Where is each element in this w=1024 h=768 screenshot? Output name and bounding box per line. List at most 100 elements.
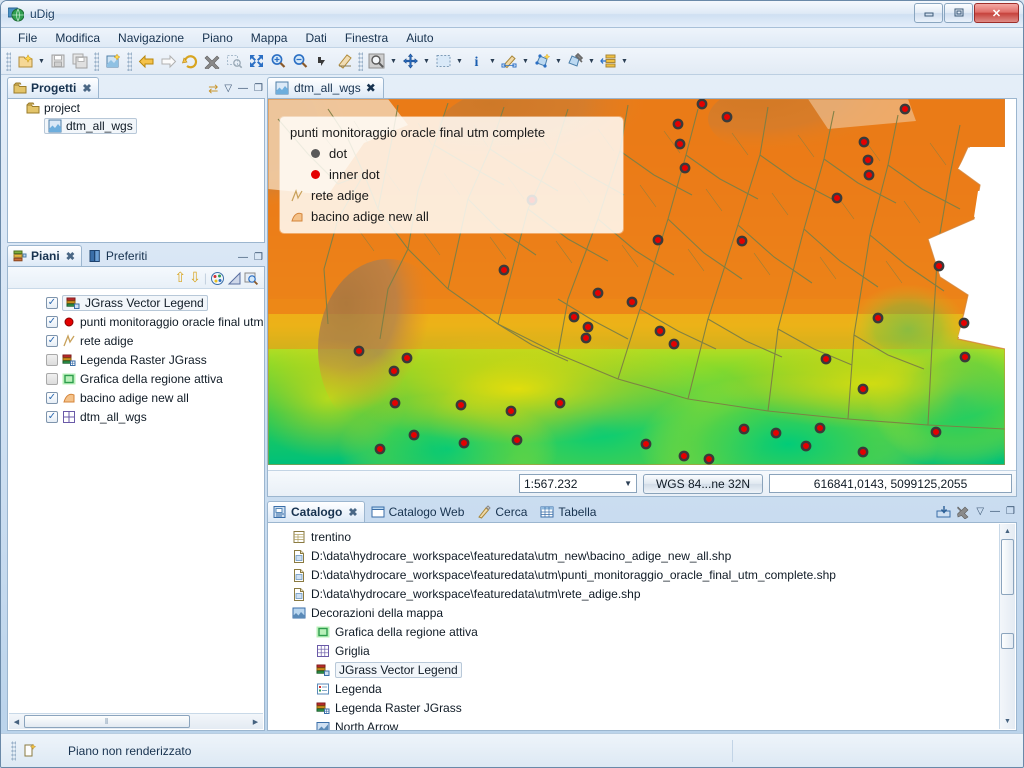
- zoom-extent-icon[interactable]: [245, 51, 267, 72]
- tab-preferiti[interactable]: Preferiti: [82, 245, 154, 266]
- tab-piani[interactable]: Piani ✖: [7, 245, 82, 266]
- layer-row-dtm-all-wgs[interactable]: dtm_all_wgs: [8, 407, 264, 426]
- scroll-right-button[interactable]: ▶: [248, 715, 263, 729]
- catalog-item-jgrass-vector-legend[interactable]: JGrass Vector Legend: [268, 660, 999, 679]
- scroll-left-button[interactable]: ◀: [9, 715, 24, 729]
- catalog-item-decorazioni-della-mappa[interactable]: Decorazioni della mappa: [268, 603, 999, 622]
- layer-tool-icon[interactable]: [597, 51, 619, 72]
- map-canvas[interactable]: punti monitoraggio oracle final utm comp…: [268, 99, 1016, 469]
- crs-button[interactable]: WGS 84...ne 32N: [642, 473, 764, 494]
- menu-aiuto[interactable]: Aiuto: [397, 29, 442, 47]
- catalog-tree[interactable]: trentino D:\data\hydrocare_workspace\fea…: [267, 523, 1017, 731]
- layer-row-jgrass-vector-legend[interactable]: JGrass Vector Legend: [8, 293, 264, 312]
- scroll-thumb-lower[interactable]: [1001, 633, 1014, 649]
- select-box-dropdown-icon[interactable]: ▼: [454, 58, 465, 65]
- menu-navigazione[interactable]: Navigazione: [109, 29, 193, 47]
- close-icon[interactable]: ✖: [66, 250, 75, 263]
- scale-combo[interactable]: 1:567.232 ▼: [518, 474, 637, 493]
- catalog-item-legenda[interactable]: Legenda: [268, 679, 999, 698]
- layer-row-rete-adige[interactable]: rete adige: [8, 331, 264, 350]
- zoom-tool-icon[interactable]: [366, 51, 388, 72]
- close-icon[interactable]: ✖: [348, 506, 357, 519]
- layer-visibility-checkbox[interactable]: [46, 391, 58, 404]
- info-tool-dropdown-icon[interactable]: ▼: [487, 58, 498, 65]
- layer-tool-dropdown-icon[interactable]: ▼: [619, 58, 630, 65]
- add-to-map-icon[interactable]: [936, 505, 951, 519]
- tree-item-dtm-all-wgs[interactable]: dtm_all_wgs: [8, 117, 264, 135]
- info-tool-icon[interactable]: i: [465, 51, 487, 72]
- close-icon[interactable]: ✖: [366, 81, 376, 95]
- create-feature-dropdown-icon[interactable]: ▼: [553, 58, 564, 65]
- refresh-icon[interactable]: [179, 51, 201, 72]
- layer-row-bacino-adige-new-all[interactable]: bacino adige new all: [8, 388, 264, 407]
- scroll-up-button[interactable]: ▲: [1000, 524, 1015, 539]
- tab-dtm-all-wgs[interactable]: dtm_all_wgs ✖: [267, 77, 384, 98]
- stop-render-icon[interactable]: [201, 51, 223, 72]
- minimize-button[interactable]: [914, 3, 943, 23]
- create-feature-tool-icon[interactable]: [531, 51, 553, 72]
- catalog-item-grafica-regione-attiva[interactable]: Grafica della regione attiva: [268, 622, 999, 641]
- minimize-icon[interactable]: —: [990, 507, 1000, 517]
- layer-visibility-checkbox[interactable]: [46, 334, 58, 347]
- minimize-icon[interactable]: —: [238, 253, 248, 263]
- maximize-button[interactable]: [944, 3, 973, 23]
- maximize-icon[interactable]: ❐: [1006, 507, 1015, 517]
- move-layer-down-icon[interactable]: ⇩: [189, 269, 201, 286]
- catalog-item-rete-shp[interactable]: D:\data\hydrocare_workspace\featuredata\…: [268, 584, 999, 603]
- catalog-item-bacino-shp[interactable]: D:\data\hydrocare_workspace\featuredata\…: [268, 546, 999, 565]
- forward-arrow-icon[interactable]: [157, 51, 179, 72]
- layers-horizontal-scrollbar[interactable]: ◀ ‖ ▶: [9, 713, 263, 729]
- delete-feature-dropdown-icon[interactable]: ▼: [586, 58, 597, 65]
- menu-mappa[interactable]: Mappa: [242, 29, 297, 47]
- style-editor-icon[interactable]: [210, 271, 224, 285]
- new-map-icon[interactable]: [102, 51, 124, 72]
- menu-modifica[interactable]: Modifica: [46, 29, 109, 47]
- maximize-icon[interactable]: ❐: [254, 253, 263, 263]
- edit-geometry-dropdown-icon[interactable]: ▼: [520, 58, 531, 65]
- layer-row-legenda-raster-jgrass[interactable]: Legenda Raster JGrass: [8, 350, 264, 369]
- edit-geometry-tool-icon[interactable]: [498, 51, 520, 72]
- catalog-item-north-arrow[interactable]: North Arrow: [268, 717, 999, 730]
- save-all-icon[interactable]: [69, 51, 91, 72]
- catalog-item-trentino[interactable]: trentino: [268, 527, 999, 546]
- close-button[interactable]: ✕: [974, 3, 1019, 23]
- scroll-thumb[interactable]: ‖: [24, 715, 190, 728]
- layer-row-punti-monitoraggio[interactable]: punti monitoraggio oracle final utm: [8, 312, 264, 331]
- select-box-tool-icon[interactable]: [432, 51, 454, 72]
- zoom-tool-dropdown-icon[interactable]: ▼: [388, 58, 399, 65]
- tree-item-project[interactable]: project: [8, 99, 264, 117]
- delete-feature-tool-icon[interactable]: [564, 51, 586, 72]
- layer-visibility-checkbox[interactable]: [46, 410, 58, 423]
- close-icon[interactable]: ✖: [82, 82, 91, 95]
- tab-tabella[interactable]: Tabella: [534, 501, 603, 522]
- back-arrow-icon[interactable]: [135, 51, 157, 72]
- zoom-to-layer-icon[interactable]: [244, 271, 259, 285]
- minimize-icon[interactable]: —: [238, 84, 248, 94]
- save-icon[interactable]: [47, 51, 69, 72]
- transparency-icon[interactable]: [227, 271, 241, 285]
- catalog-item-legenda-raster-jgrass[interactable]: Legenda Raster JGrass: [268, 698, 999, 717]
- view-menu-icon[interactable]: ▽: [976, 507, 984, 517]
- layer-visibility-checkbox[interactable]: [46, 353, 58, 366]
- projects-tree[interactable]: project dtm_all_wgs: [7, 99, 265, 243]
- tab-cerca[interactable]: Cerca: [471, 501, 534, 522]
- layer-visibility-checkbox[interactable]: [46, 315, 58, 328]
- remove-icon[interactable]: [956, 505, 970, 519]
- scroll-down-button[interactable]: ▼: [1000, 714, 1015, 729]
- map-legend-overlay[interactable]: punti monitoraggio oracle final utm comp…: [280, 117, 623, 233]
- zoom-in-icon[interactable]: [267, 51, 289, 72]
- catalog-item-griglia[interactable]: Griglia: [268, 641, 999, 660]
- catalog-vertical-scrollbar[interactable]: ▲ ▼: [999, 524, 1015, 729]
- pan-right-icon[interactable]: [311, 51, 333, 72]
- tab-progetti[interactable]: Progetti ✖: [7, 77, 99, 98]
- tab-catalogo-web[interactable]: Catalogo Web: [365, 501, 472, 522]
- new-project-icon[interactable]: [14, 51, 36, 72]
- menu-file[interactable]: File: [9, 29, 46, 47]
- tab-catalogo[interactable]: Catalogo ✖: [267, 501, 365, 522]
- catalog-item-punti-shp[interactable]: D:\data\hydrocare_workspace\featuredata\…: [268, 565, 999, 584]
- layers-list[interactable]: JGrass Vector Legend punti monitoraggio …: [8, 289, 264, 713]
- menu-finestra[interactable]: Finestra: [336, 29, 397, 47]
- chevron-down-icon[interactable]: ▼: [624, 479, 632, 488]
- scroll-thumb[interactable]: [1001, 539, 1014, 595]
- menu-dati[interactable]: Dati: [296, 29, 335, 47]
